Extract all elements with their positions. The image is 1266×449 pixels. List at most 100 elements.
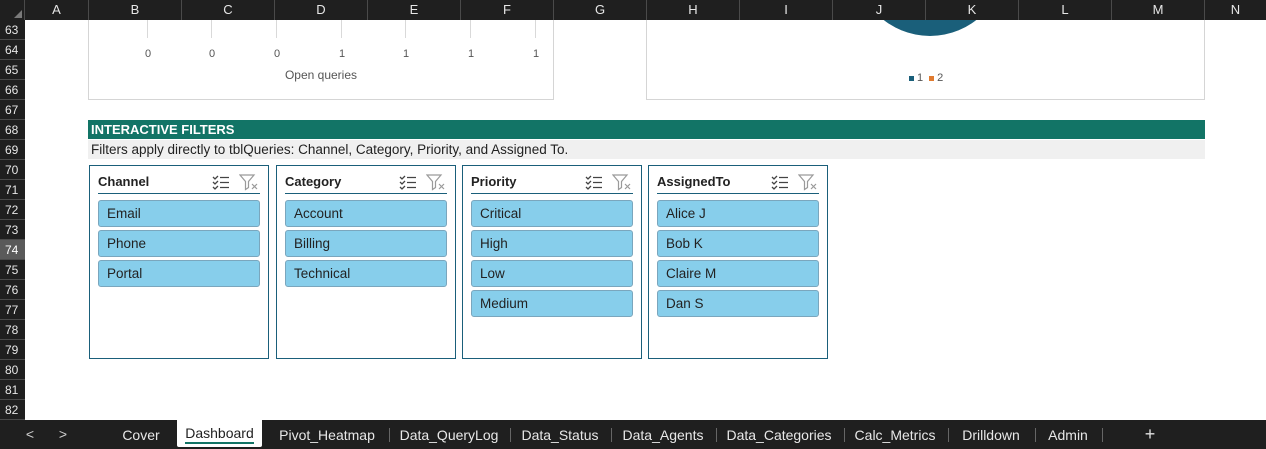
row-header[interactable]: 76 (0, 280, 25, 300)
slicer-item[interactable]: Phone (98, 230, 260, 257)
pie-chart[interactable]: 1 2 (646, 20, 1205, 100)
row-header[interactable]: 72 (0, 200, 25, 220)
tab-calc-metrics[interactable]: Calc_Metrics (848, 420, 942, 449)
tab-pivot-heatmap[interactable]: Pivot_Heatmap (270, 420, 384, 449)
column-header-c[interactable]: C (182, 0, 275, 20)
next-sheet-button[interactable]: > (55, 425, 71, 443)
column-header-bar: A B C D E F G H I J K L M N (0, 0, 1266, 20)
filters-subtitle: Filters apply directly to tblQueries: Ch… (88, 140, 1205, 159)
slicer-item[interactable]: Email (98, 200, 260, 227)
column-header-e[interactable]: E (368, 0, 461, 20)
column-header-a[interactable]: A (25, 0, 89, 20)
row-header[interactable]: 69 (0, 140, 25, 160)
axis-tick-line (147, 20, 148, 38)
tab-separator (716, 428, 717, 442)
slicer-item[interactable]: Alice J (657, 200, 819, 227)
multi-select-icon[interactable] (212, 173, 230, 191)
legend-swatch-icon (909, 75, 914, 81)
column-header-b[interactable]: B (89, 0, 182, 20)
row-header[interactable]: 78 (0, 320, 25, 340)
row-header[interactable]: 80 (0, 360, 25, 380)
multi-select-icon[interactable] (585, 173, 603, 191)
row-header[interactable]: 79 (0, 340, 25, 360)
select-all-corner[interactable] (0, 0, 25, 20)
row-header-bar: 63 64 65 66 67 68 69 70 71 72 73 74 75 7… (0, 20, 25, 420)
axis-tick-label: 1 (467, 48, 475, 60)
chart-legend: 1 2 (909, 72, 943, 84)
tab-data-categories[interactable]: Data_Categories (720, 420, 838, 449)
row-header[interactable]: 65 (0, 60, 25, 80)
row-header[interactable]: 82 (0, 400, 25, 420)
tab-separator (510, 428, 511, 442)
row-header-active[interactable]: 74 (0, 240, 25, 260)
slicer-category[interactable]: Category Account Billing Technical (276, 165, 456, 359)
clear-filter-icon[interactable] (426, 173, 446, 191)
clear-filter-icon[interactable] (239, 173, 259, 191)
slicer-priority[interactable]: Priority Critical High Low Medium (462, 165, 642, 359)
tab-data-status[interactable]: Data_Status (514, 420, 606, 449)
slicer-item[interactable]: Low (471, 260, 633, 287)
slicer-title: Category (285, 174, 342, 189)
clear-filter-icon[interactable] (798, 173, 818, 191)
slicer-item[interactable]: High (471, 230, 633, 257)
row-header[interactable]: 66 (0, 80, 25, 100)
slicer-item[interactable]: Portal (98, 260, 260, 287)
slicer-header: AssignedTo (657, 172, 819, 194)
axis-tick-line (341, 20, 342, 38)
row-header[interactable]: 68 (0, 120, 25, 140)
tab-drilldown[interactable]: Drilldown (952, 420, 1030, 449)
row-header[interactable]: 71 (0, 180, 25, 200)
tab-cover[interactable]: Cover (112, 420, 170, 449)
column-header-k[interactable]: K (926, 0, 1019, 20)
axis-tick-label: 0 (208, 48, 216, 60)
axis-tick-label: 0 (273, 48, 281, 60)
slicer-title: Priority (471, 174, 517, 189)
tab-dashboard[interactable]: Dashboard (177, 420, 262, 447)
tab-separator (948, 428, 949, 442)
tab-data-querylog[interactable]: Data_QueryLog (393, 420, 505, 449)
axis-tick-label: 1 (532, 48, 540, 60)
column-header-d[interactable]: D (275, 0, 368, 20)
column-header-n[interactable]: N (1205, 0, 1266, 20)
slicer-item[interactable]: Medium (471, 290, 633, 317)
slicer-assigned-to[interactable]: AssignedTo Alice J Bob K Claire M Dan S (648, 165, 828, 359)
slicer-item[interactable]: Critical (471, 200, 633, 227)
sheet-tab-bar: < > Cover Dashboard Pivot_Heatmap Data_Q… (0, 420, 1266, 449)
slicer-item[interactable]: Account (285, 200, 447, 227)
open-queries-chart[interactable]: 0 0 0 1 1 1 1 Open queries (88, 20, 554, 100)
column-header-l[interactable]: L (1019, 0, 1112, 20)
slicer-item[interactable]: Claire M (657, 260, 819, 287)
slicer-item[interactable]: Bob K (657, 230, 819, 257)
pie-slice (855, 20, 1005, 36)
row-header[interactable]: 73 (0, 220, 25, 240)
clear-filter-icon[interactable] (612, 173, 632, 191)
column-header-j[interactable]: J (833, 0, 926, 20)
add-sheet-button[interactable]: + (1140, 424, 1160, 444)
column-header-i[interactable]: I (740, 0, 833, 20)
column-header-m[interactable]: M (1112, 0, 1205, 20)
slicer-item[interactable]: Billing (285, 230, 447, 257)
column-header-g[interactable]: G (554, 0, 647, 20)
legend-item-2: 2 (929, 72, 943, 84)
prev-sheet-button[interactable]: < (22, 425, 38, 443)
row-header[interactable]: 63 (0, 20, 25, 40)
row-header[interactable]: 67 (0, 100, 25, 120)
slicer-header: Channel (98, 172, 260, 194)
row-header[interactable]: 81 (0, 380, 25, 400)
multi-select-icon[interactable] (399, 173, 417, 191)
column-header-f[interactable]: F (461, 0, 554, 20)
slicer-item[interactable]: Dan S (657, 290, 819, 317)
row-header[interactable]: 64 (0, 40, 25, 60)
tab-data-agents[interactable]: Data_Agents (615, 420, 711, 449)
multi-select-icon[interactable] (771, 173, 789, 191)
axis-tick-label: 1 (402, 48, 410, 60)
axis-tick-line (405, 20, 406, 38)
tab-separator (1102, 428, 1103, 442)
row-header[interactable]: 70 (0, 160, 25, 180)
slicer-channel[interactable]: Channel Email Phone Portal (89, 165, 269, 359)
row-header[interactable]: 77 (0, 300, 25, 320)
column-header-h[interactable]: H (647, 0, 740, 20)
row-header[interactable]: 75 (0, 260, 25, 280)
tab-admin[interactable]: Admin (1039, 420, 1097, 449)
slicer-item[interactable]: Technical (285, 260, 447, 287)
